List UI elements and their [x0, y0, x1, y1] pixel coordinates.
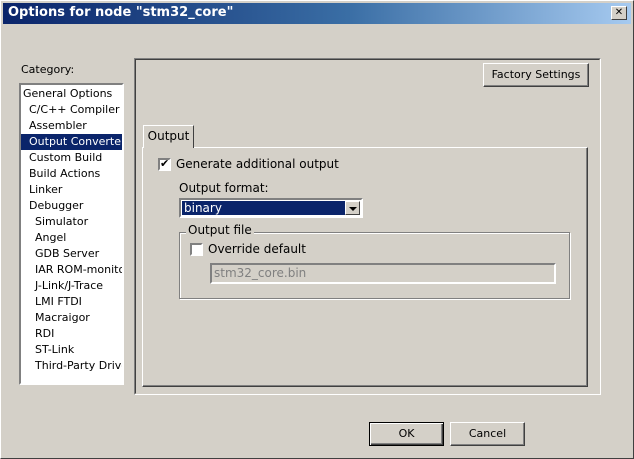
output-file-group-title: Output file	[186, 223, 254, 237]
generate-output-label[interactable]: Generate additional output	[176, 157, 339, 171]
category-item-build-actions[interactable]: Build Actions	[21, 166, 122, 182]
category-item-angel[interactable]: Angel	[21, 230, 122, 246]
category-label: Category:	[21, 63, 75, 76]
tab-output[interactable]: Output	[143, 125, 194, 148]
category-item-rdi[interactable]: RDI	[21, 326, 122, 342]
category-list[interactable]: General Options C/C++ Compiler Assembler…	[19, 83, 124, 385]
close-icon: ✕	[614, 7, 624, 18]
category-item-assembler[interactable]: Assembler	[21, 118, 122, 134]
category-item-c-cpp-compiler[interactable]: C/C++ Compiler	[21, 102, 122, 118]
category-item-output-converter[interactable]: Output Converter	[21, 134, 122, 150]
output-format-value: binary	[181, 200, 347, 216]
chevron-down-icon[interactable]	[345, 201, 360, 215]
category-item-linker[interactable]: Linker	[21, 182, 122, 198]
cancel-button[interactable]: Cancel	[450, 422, 525, 446]
category-item-jlink-jtrace[interactable]: J-Link/J-Trace	[21, 278, 122, 294]
window-title: Options for node "stm32_core"	[8, 5, 234, 20]
category-item-macraigor[interactable]: Macraigor	[21, 310, 122, 326]
title-bar[interactable]: Options for node "stm32_core" ✕	[3, 3, 631, 24]
override-default-label[interactable]: Override default	[208, 242, 306, 256]
category-item-gdb-server[interactable]: GDB Server	[21, 246, 122, 262]
output-format-label: Output format:	[179, 181, 269, 195]
category-item-lmi-ftdi[interactable]: LMI FTDI	[21, 294, 122, 310]
options-dialog: Options for node "stm32_core" ✕ Category…	[0, 0, 634, 459]
category-item-simulator[interactable]: Simulator	[21, 214, 122, 230]
category-item-iar-rom-monitor[interactable]: IAR ROM-monitor	[21, 262, 122, 278]
category-item-custom-build[interactable]: Custom Build	[21, 150, 122, 166]
generate-output-checkbox[interactable]: ✔	[158, 157, 171, 171]
checkmark-icon: ✔	[160, 157, 170, 170]
override-default-checkbox[interactable]	[190, 243, 203, 256]
factory-settings-button[interactable]: Factory Settings	[483, 63, 589, 87]
close-button[interactable]: ✕	[611, 6, 627, 20]
category-item-st-link[interactable]: ST-Link	[21, 342, 122, 358]
category-item-third-party-driver[interactable]: Third-Party Driver	[21, 358, 122, 374]
ok-button[interactable]: OK	[369, 422, 444, 446]
output-file-input[interactable]: stm32_core.bin	[210, 263, 556, 284]
output-format-select[interactable]: binary	[179, 198, 363, 218]
category-item-debugger[interactable]: Debugger	[21, 198, 122, 214]
category-item-general-options[interactable]: General Options	[21, 86, 122, 102]
